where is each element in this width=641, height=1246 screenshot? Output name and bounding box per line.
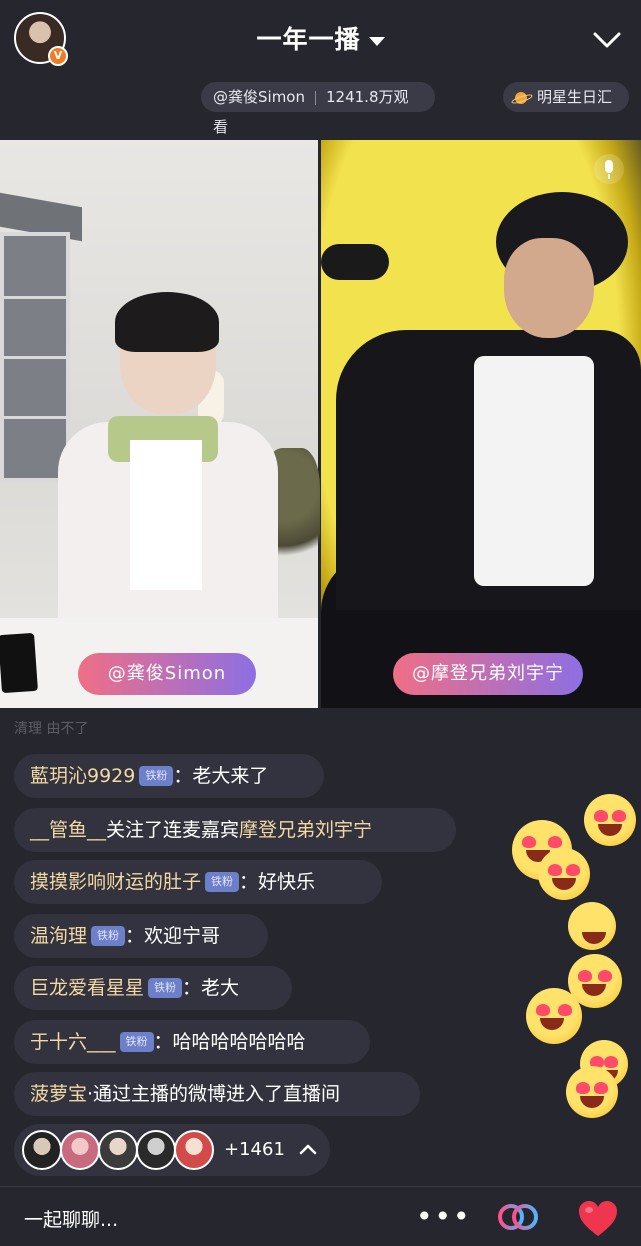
chevron-up-icon[interactable] <box>296 1138 320 1162</box>
room-title-text: 一年一播 <box>256 25 361 54</box>
fan-badge: 铁粉 <box>148 978 183 998</box>
faded-chat-line: 清理 由不了 <box>14 721 89 736</box>
left-person-hair <box>115 292 219 352</box>
phone <box>0 632 38 694</box>
fan-badge: 铁粉 <box>139 766 174 786</box>
chat-text: 老大 <box>201 977 240 999</box>
chat-user[interactable]: 菠萝宝 <box>30 1083 87 1105</box>
window <box>0 232 70 482</box>
fan-badge: 铁粉 <box>205 872 240 892</box>
divider <box>315 90 316 105</box>
guest-name[interactable]: 摩登兄弟刘宇宁 <box>239 819 372 841</box>
heart-eyes-emoji-icon <box>526 988 582 1044</box>
chat-user[interactable]: 温洵理 <box>30 925 87 947</box>
host-handle: @龚俊Simon <box>213 88 305 106</box>
smile-emoji-icon <box>568 902 616 950</box>
top-bar: V 一年一播 <box>0 0 641 78</box>
chat-separator: ： <box>153 1031 173 1053</box>
birthday-label: 明星生日汇 <box>537 88 613 106</box>
chat-message: 摸摸影响财运的肚子 铁粉 ：好快乐 <box>14 860 382 904</box>
planet-icon <box>511 91 531 105</box>
host-info-pill[interactable]: @龚俊Simon 1241.8万观看 <box>201 82 435 136</box>
chat-user[interactable]: __管鱼__ <box>30 819 106 841</box>
right-person-head <box>504 238 594 338</box>
viewer-strip[interactable]: +1461 <box>14 1124 330 1176</box>
right-person-shirt <box>474 356 594 586</box>
chat-text: 老大来了 <box>192 765 269 787</box>
chat-user[interactable]: 巨龙爱看星星 <box>30 977 144 999</box>
heart-eyes-emoji-icon <box>538 848 590 900</box>
heart-eyes-emoji-icon <box>566 1066 618 1118</box>
viewer-avatar[interactable] <box>136 1130 176 1170</box>
right-streamer-name-tag[interactable]: @摩登兄弟刘宇宁 <box>393 653 583 695</box>
chat-message: 藍玥沁9929 铁粉 ：老大来了 <box>14 754 324 798</box>
chat-text: 关注了连麦嘉宾 <box>106 819 240 841</box>
chat-user[interactable]: 于十六___ <box>30 1031 116 1053</box>
viewer-avatar[interactable] <box>174 1130 214 1170</box>
birthday-event-pill[interactable]: 明星生日汇 <box>503 82 629 112</box>
heart-eyes-emoji-icon <box>584 794 636 846</box>
chat-text: 好快乐 <box>258 871 316 893</box>
mic-icon[interactable] <box>594 154 624 184</box>
chat-user[interactable]: 摸摸影响财运的肚子 <box>30 871 201 893</box>
viewer-avatar[interactable] <box>22 1130 62 1170</box>
chat-message: 温洵理 铁粉 ：欢迎宁哥 <box>14 914 268 958</box>
dropdown-caret-icon <box>368 36 385 46</box>
viewer-count: +1461 <box>224 1139 285 1160</box>
chat-input[interactable]: 一起聊聊... <box>24 1205 118 1232</box>
chat-message: 菠萝宝·通过主播的微博进入了直播间 <box>14 1072 420 1116</box>
hair-dryer <box>321 244 389 280</box>
chat-separator: ： <box>239 871 259 893</box>
chat-message: 于十六___ 铁粉 ：哈哈哈哈哈哈哈 <box>14 1020 370 1064</box>
bottom-bar: 一起聊聊... ••• <box>0 1186 641 1246</box>
room-title[interactable]: 一年一播 <box>0 20 641 56</box>
chat-text: 欢迎宁哥 <box>144 925 221 947</box>
chat-separator: ： <box>125 925 145 947</box>
chat-user[interactable]: 藍玥沁9929 <box>30 765 135 787</box>
heart-icon[interactable] <box>576 1199 620 1239</box>
chat-text: ·通过主播的微博进入了直播间 <box>87 1083 341 1105</box>
chat-text: 哈哈哈哈哈哈哈 <box>172 1031 306 1053</box>
chat-separator: ： <box>182 977 202 999</box>
left-person-shirt <box>130 440 202 590</box>
chevron-down-icon[interactable] <box>591 24 623 56</box>
more-icon[interactable]: ••• <box>416 1203 472 1231</box>
viewer-avatar[interactable] <box>98 1130 138 1170</box>
chat-message: 巨龙爱看星星 铁粉 ：老大 <box>14 966 292 1010</box>
chat-separator: ： <box>173 765 193 787</box>
link-mic-icon[interactable] <box>496 1199 540 1235</box>
fan-badge: 铁粉 <box>119 1032 154 1052</box>
viewer-avatar[interactable] <box>60 1130 100 1170</box>
fan-badge: 铁粉 <box>91 926 126 946</box>
chat-message: __管鱼__关注了连麦嘉宾摩登兄弟刘宇宁 <box>14 808 456 852</box>
left-streamer-name-tag[interactable]: @龚俊Simon <box>78 653 256 695</box>
